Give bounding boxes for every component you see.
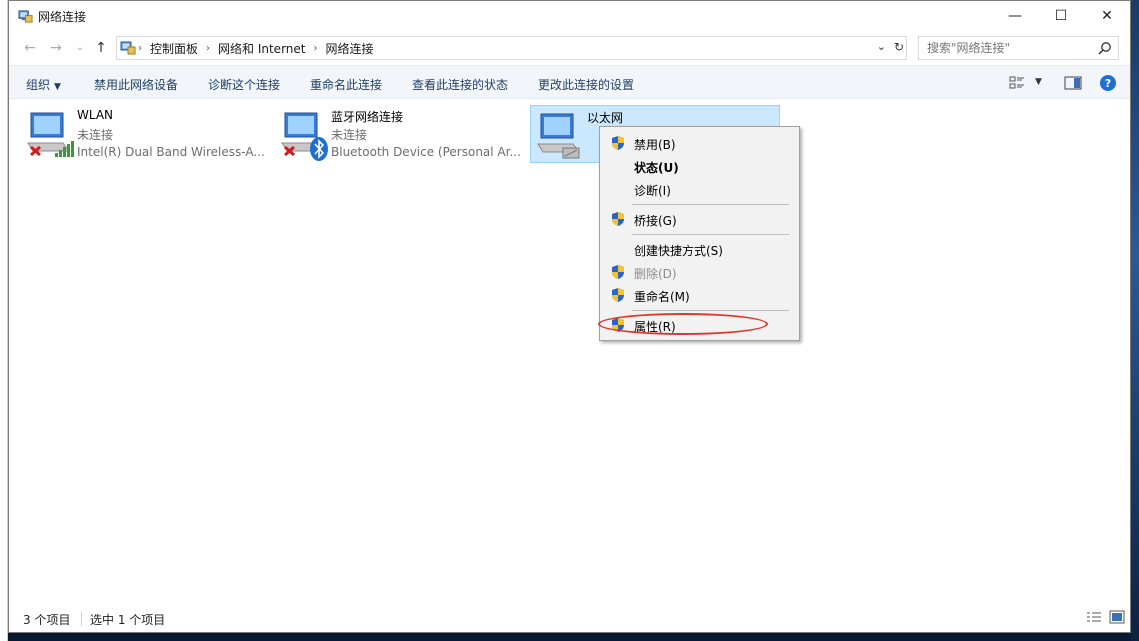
uac-shield-icon [612, 136, 624, 150]
context-menu: 禁用(B) 状态(U) 诊断(I) 桥接(G) 创建快捷方式(S) 删除(D) … [598, 126, 800, 341]
breadcrumb-network-internet[interactable]: 网络和 Internet [212, 40, 311, 57]
disable-device-button[interactable]: 禁用此网络设备 [94, 76, 178, 93]
recent-locations-button[interactable]: ⌄ [71, 38, 89, 58]
large-icons-view-icon[interactable] [1109, 610, 1125, 624]
connections-list: WLAN 未连接 Intel(R) Dual Band Wireless-A..… [9, 100, 1130, 605]
close-button[interactable]: ✕ [1084, 1, 1130, 31]
connection-status: 未连接 [77, 128, 114, 142]
search-input[interactable] [919, 41, 1089, 55]
bluetooth-adapter-icon [281, 112, 328, 161]
menu-item-label: 重命名(M) [634, 290, 690, 304]
uac-shield-icon [612, 288, 624, 302]
command-bar: 组织 ▼ 禁用此网络设备 诊断这个连接 重命名此连接 查看此连接的状态 更改此连接… [9, 65, 1130, 99]
status-bar: 3 个项目 选中 1 个项目 [9, 604, 1130, 632]
menu-item-label: 状态(U) [634, 161, 679, 175]
svg-text:?: ? [1105, 77, 1111, 90]
back-button[interactable]: ← [21, 38, 39, 58]
menu-separator [632, 204, 789, 205]
item-count: 3 个项目 [23, 613, 71, 627]
network-connections-window: 网络连接 — ☐ ✕ ← → ⌄ ↑ › 控制面板 › 网络和 Internet… [8, 0, 1131, 633]
menu-item-rename[interactable]: 重命名(M) [600, 284, 799, 306]
menu-separator [632, 234, 789, 235]
breadcrumb-separator: › [138, 42, 142, 54]
connection-bluetooth[interactable]: 蓝牙网络连接 未连接 Bluetooth Device (Personal Ar… [275, 105, 525, 163]
view-status-button[interactable]: 查看此连接的状态 [412, 76, 508, 93]
title-bar: 网络连接 — ☐ ✕ [9, 1, 1130, 31]
uac-shield-icon [612, 265, 624, 279]
connection-wlan[interactable]: WLAN 未连接 Intel(R) Dual Band Wireless-A..… [21, 105, 271, 163]
breadcrumb-separator: › [313, 42, 318, 54]
breadcrumb-separator: › [206, 42, 211, 54]
window-title: 网络连接 [38, 10, 87, 24]
chevron-down-icon: ▼ [54, 82, 61, 92]
connection-name: WLAN [77, 108, 114, 122]
view-options-icon[interactable] [1009, 74, 1025, 92]
menu-item-label: 桥接(G) [634, 214, 677, 228]
search-icon[interactable] [1098, 41, 1112, 55]
network-folder-icon [18, 10, 33, 23]
address-row: ← → ⌄ ↑ › 控制面板 › 网络和 Internet › 网络连接 ⌄ ↻ [9, 35, 1130, 61]
rename-button[interactable]: 重命名此连接 [310, 76, 382, 93]
connection-status: 未连接 [331, 128, 368, 142]
connection-device: Intel(R) Dual Band Wireless-A... [77, 145, 265, 159]
organize-menu[interactable]: 组织 ▼ [26, 76, 61, 93]
wifi-adapter-icon [27, 112, 74, 157]
change-settings-button[interactable]: 更改此连接的设置 [538, 76, 634, 93]
forward-button[interactable]: → [47, 38, 65, 58]
address-dropdown-icon[interactable]: ⌄ [877, 40, 886, 53]
connection-device: Bluetooth Device (Personal Ar... [331, 145, 521, 159]
menu-item-disable[interactable]: 禁用(B) [600, 132, 799, 154]
menu-item-diagnose[interactable]: 诊断(I) [600, 178, 799, 200]
view-options-dropdown-icon[interactable]: ▼ [1035, 77, 1042, 87]
minimize-icon: — [1008, 8, 1022, 24]
network-folder-icon [120, 41, 136, 55]
breadcrumb-control-panel[interactable]: 控制面板 [144, 40, 204, 57]
connection-name: 蓝牙网络连接 [331, 110, 404, 124]
help-icon[interactable]: ? [1099, 74, 1117, 92]
maximize-button[interactable]: ☐ [1038, 1, 1084, 31]
selection-count: 选中 1 个项目 [90, 613, 166, 627]
menu-item-label: 诊断(I) [634, 184, 671, 198]
uac-shield-icon [612, 212, 624, 226]
minimize-button[interactable]: — [992, 1, 1038, 31]
menu-separator [632, 310, 789, 311]
menu-item-delete[interactable]: 删除(D) [600, 261, 799, 283]
ethernet-adapter-icon [537, 113, 580, 159]
breadcrumb-network-connections[interactable]: 网络连接 [319, 40, 379, 57]
organize-label: 组织 [26, 78, 51, 92]
menu-item-status[interactable]: 状态(U) [600, 155, 799, 177]
status-divider [81, 612, 82, 626]
diagnose-button[interactable]: 诊断这个连接 [208, 76, 280, 93]
menu-item-create-shortcut[interactable]: 创建快捷方式(S) [600, 238, 799, 260]
background-window-edge [0, 0, 8, 641]
address-bar[interactable]: › 控制面板 › 网络和 Internet › 网络连接 ⌄ ↻ [116, 36, 907, 60]
desktop-background [1131, 0, 1139, 641]
menu-item-label: 删除(D) [634, 267, 677, 281]
up-button[interactable]: ↑ [92, 38, 110, 58]
refresh-icon[interactable]: ↻ [894, 40, 904, 54]
close-icon: ✕ [1101, 8, 1113, 24]
maximize-icon: ☐ [1054, 8, 1068, 24]
details-view-icon[interactable] [1086, 610, 1102, 624]
preview-pane-icon[interactable] [1064, 74, 1082, 92]
search-box[interactable] [918, 36, 1119, 60]
connection-name: 以太网 [587, 111, 624, 125]
menu-item-bridge[interactable]: 桥接(G) [600, 208, 799, 230]
red-annotation-ellipse [598, 313, 768, 335]
menu-item-label: 创建快捷方式(S) [634, 244, 723, 258]
menu-item-label: 禁用(B) [634, 138, 676, 152]
